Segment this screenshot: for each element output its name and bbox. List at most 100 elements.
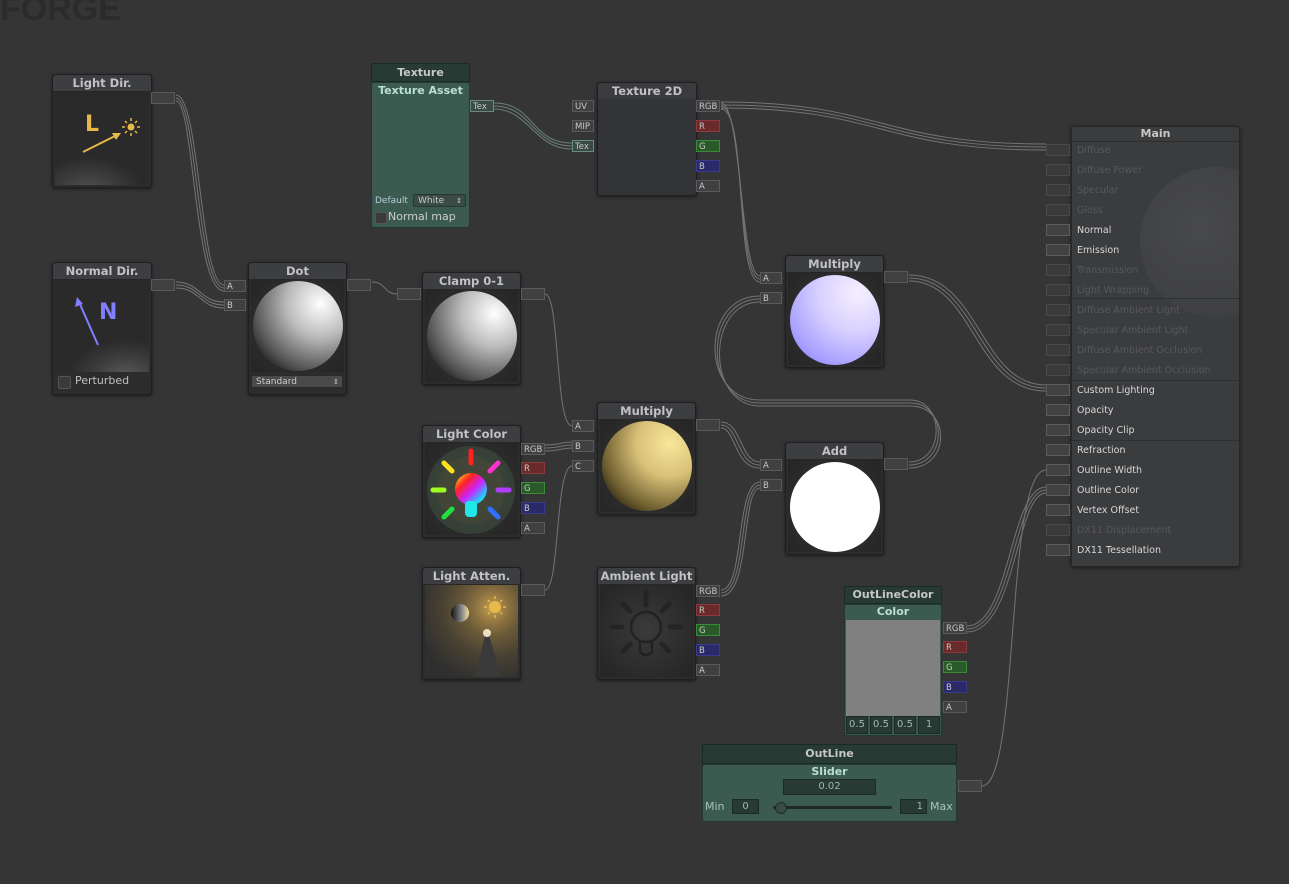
min-value-field[interactable]: 0 [732, 799, 759, 814]
main-input-label: Opacity Clip [1077, 425, 1135, 436]
texture-2d-input-uv[interactable]: UV [572, 100, 594, 112]
wire-ambient-add-b [720, 481, 761, 597]
node-main[interactable]: Main Diffuse Diffuse Power Specular Gloss No… [1071, 126, 1240, 567]
normal-dir-output-port[interactable] [151, 279, 175, 291]
node-texture-2d[interactable]: Texture 2D [597, 82, 697, 196]
outline-color-output-a[interactable]: A [943, 701, 967, 713]
ambient-light-output-rgb[interactable]: RGB [696, 585, 720, 597]
clamp-output-port[interactable] [521, 288, 545, 300]
normal-map-checkbox[interactable] [375, 212, 387, 224]
multiply-top-input-b[interactable]: B [760, 292, 782, 304]
outline-color-output-r[interactable]: R [943, 641, 967, 653]
add-output-port[interactable] [884, 458, 908, 470]
slider-thumb[interactable] [775, 802, 788, 814]
wire-lightcolor-multiply-b [544, 441, 573, 452]
add-input-a[interactable]: A [760, 459, 782, 471]
wire-slider-outlinewidth [981, 469, 1047, 787]
main-input-port[interactable] [1046, 164, 1070, 176]
multiply-mid-output-port[interactable] [696, 419, 720, 431]
node-add[interactable]: Add [785, 442, 884, 555]
color-b-field[interactable]: 0.5 [894, 716, 916, 734]
dot-mode-select[interactable]: Standard ↕ [251, 375, 343, 388]
node-title: Light Atten. [423, 568, 520, 585]
texture-2d-output-b[interactable]: B [696, 160, 720, 172]
main-input-port[interactable] [1046, 304, 1070, 316]
multiply-mid-input-a[interactable]: A [572, 420, 594, 432]
ambient-light-output-b[interactable]: B [696, 644, 720, 656]
color-r-field[interactable]: 0.5 [846, 716, 868, 734]
perturbed-checkbox[interactable] [58, 376, 71, 389]
outline-slider-output-port[interactable] [958, 780, 982, 792]
node-texture-asset[interactable]: Texture Texture Asset Default White ↕ No… [371, 63, 470, 228]
light-atten-output-port[interactable] [521, 584, 545, 596]
main-input-port[interactable] [1046, 464, 1070, 476]
dot-input-a[interactable]: A [224, 280, 246, 292]
texture-2d-input-mip[interactable]: MIP [572, 120, 594, 132]
ambient-light-output-r[interactable]: R [696, 604, 720, 616]
texture-2d-output-g[interactable]: G [696, 140, 720, 152]
ambient-light-output-g[interactable]: G [696, 624, 720, 636]
main-input-port[interactable] [1046, 184, 1070, 196]
texture-2d-output-r[interactable]: R [696, 120, 720, 132]
normal-dir-preview: N [55, 280, 149, 372]
light-dir-output-port[interactable] [151, 92, 175, 104]
node-light-color[interactable]: Light Color [422, 425, 521, 538]
outline-color-output-rgb[interactable]: RGB [943, 622, 967, 634]
main-input-port[interactable] [1046, 504, 1070, 516]
texture-2d-output-rgb[interactable]: RGB [696, 100, 720, 112]
node-outline-color[interactable]: OutLineColor Color 0.5 0.5 0.5 1 [844, 586, 942, 736]
main-input-port[interactable] [1046, 424, 1070, 436]
main-input-port[interactable] [1046, 284, 1070, 296]
node-dot[interactable]: Dot Standard ↕ [248, 262, 347, 395]
main-input-port[interactable] [1046, 444, 1070, 456]
node-clamp[interactable]: Clamp 0-1 [422, 272, 521, 385]
main-input-port[interactable] [1046, 404, 1070, 416]
main-input-port[interactable] [1046, 204, 1070, 216]
light-color-output-g[interactable]: G [521, 482, 545, 494]
multiply-top-output-port[interactable] [884, 271, 908, 283]
light-color-output-a[interactable]: A [521, 522, 545, 534]
node-outline-slider[interactable]: OutLine Slider 0.02 Min 0 1 Max [702, 744, 957, 822]
default-select[interactable]: White ↕ [413, 194, 466, 207]
light-color-output-r[interactable]: R [521, 462, 545, 474]
node-light-atten[interactable]: Light Atten. [422, 567, 521, 680]
light-color-output-b[interactable]: B [521, 502, 545, 514]
main-input-port[interactable] [1046, 544, 1070, 556]
light-color-output-rgb[interactable]: RGB [521, 443, 545, 455]
slider-value-field[interactable]: 0.02 [783, 779, 876, 795]
main-input-port[interactable] [1046, 484, 1070, 496]
main-input-port[interactable] [1046, 364, 1070, 376]
node-light-dir[interactable]: Light Dir. L [52, 74, 152, 188]
color-value-fields: 0.5 0.5 0.5 1 [846, 716, 940, 734]
multiply-top-input-a[interactable]: A [760, 272, 782, 284]
texture-2d-output-a[interactable]: A [696, 180, 720, 192]
node-normal-dir[interactable]: Normal Dir. N Perturbed [52, 262, 152, 395]
multiply-mid-input-b[interactable]: B [572, 440, 594, 452]
outline-color-output-b[interactable]: B [943, 681, 967, 693]
color-g-field[interactable]: 0.5 [870, 716, 892, 734]
main-input-port[interactable] [1046, 524, 1070, 536]
max-value-field[interactable]: 1 [900, 799, 927, 814]
outline-color-output-g[interactable]: G [943, 661, 967, 673]
color-swatch[interactable] [846, 620, 940, 716]
main-input-port[interactable] [1046, 224, 1070, 236]
dot-output-port[interactable] [347, 279, 371, 291]
node-multiply-mid[interactable]: Multiply [597, 402, 696, 515]
main-input-port[interactable] [1046, 244, 1070, 256]
color-a-field[interactable]: 1 [918, 716, 940, 734]
node-ambient-light[interactable]: Ambient Light [597, 567, 696, 680]
main-input-port[interactable] [1046, 384, 1070, 396]
add-input-b[interactable]: B [760, 479, 782, 491]
node-multiply-top[interactable]: Multiply [785, 255, 884, 368]
clamp-input-port[interactable] [397, 288, 421, 300]
dot-input-b[interactable]: B [224, 299, 246, 311]
main-input-port[interactable] [1046, 344, 1070, 356]
ambient-light-output-a[interactable]: A [696, 664, 720, 676]
main-input-port[interactable] [1046, 324, 1070, 336]
main-input-port[interactable] [1046, 144, 1070, 156]
texture-2d-input-tex[interactable]: Tex [572, 140, 594, 152]
multiply-mid-input-c[interactable]: C [572, 460, 594, 472]
texture-asset-output-port[interactable]: Tex [470, 100, 494, 112]
slider-track[interactable] [773, 802, 892, 814]
main-input-port[interactable] [1046, 264, 1070, 276]
